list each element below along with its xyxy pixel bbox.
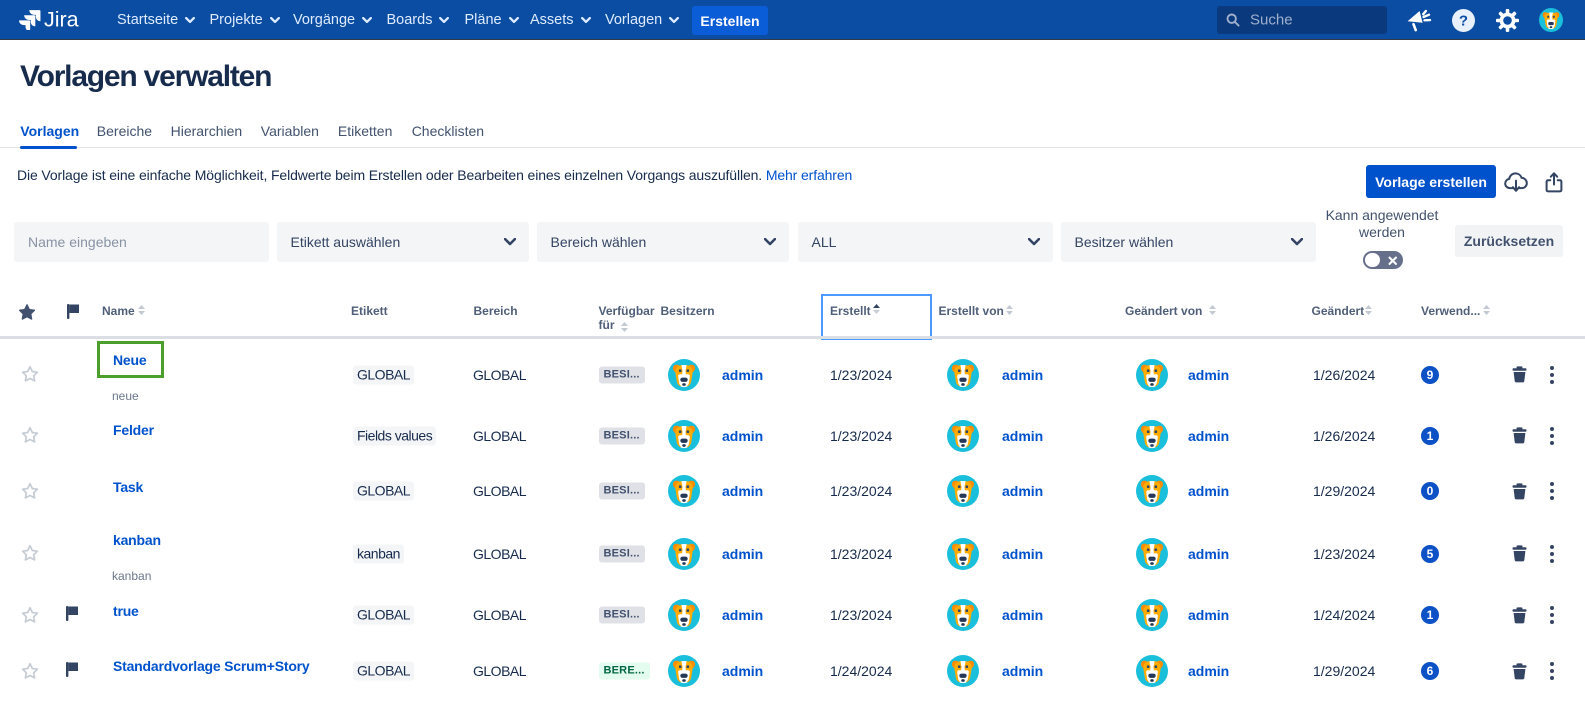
svg-text:?: ? <box>1459 13 1468 30</box>
